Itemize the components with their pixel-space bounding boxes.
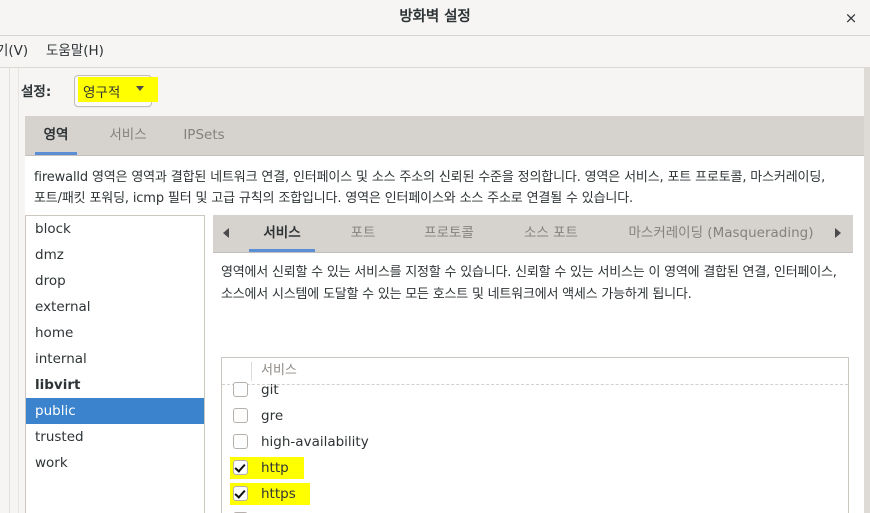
menu-item-view[interactable]: 기(V) bbox=[0, 36, 28, 67]
service-name: git bbox=[261, 382, 279, 398]
zone-list-item[interactable]: block bbox=[26, 216, 204, 242]
service-table-body: git gre high-availability http https bbox=[222, 377, 848, 513]
window-title: 방화벽 설정 bbox=[399, 9, 471, 25]
zone-list-item[interactable]: external bbox=[26, 294, 204, 320]
service-name: http bbox=[261, 460, 289, 476]
configuration-value: 영구적 bbox=[83, 85, 121, 101]
services-description: 영역에서 신뢰할 수 있는 서비스를 지정할 수 있습니다. 신뢰할 수 있는 … bbox=[221, 265, 837, 302]
tab-masquerading[interactable]: 마스커레이딩 (Masquerading) bbox=[613, 215, 829, 252]
table-row[interactable]: high-availability bbox=[222, 429, 848, 455]
zone-list-item[interactable]: libvirt bbox=[26, 372, 204, 398]
table-row[interactable]: https bbox=[222, 481, 848, 507]
window-left-edge bbox=[0, 68, 10, 513]
close-icon[interactable]: × bbox=[841, 8, 861, 28]
chevron-down-icon bbox=[136, 86, 144, 91]
window-right-edge bbox=[864, 68, 870, 513]
table-row[interactable]: imap bbox=[222, 507, 848, 513]
tab-source-ports[interactable]: 소스 포트 bbox=[513, 215, 589, 252]
tab-services[interactable]: 서비스 bbox=[99, 116, 157, 155]
configuration-label: 설정: bbox=[21, 84, 52, 100]
title-bar: 방화벽 설정 × bbox=[0, 0, 870, 36]
menu-bar: 기(V) 도움말(H) bbox=[0, 36, 870, 68]
tab-protocols[interactable]: 프로토콜 bbox=[409, 215, 489, 252]
service-checkbox[interactable] bbox=[233, 460, 248, 475]
tab-ports[interactable]: 포트 bbox=[339, 215, 387, 252]
service-name: https bbox=[261, 486, 296, 502]
zone-list-item[interactable]: internal bbox=[26, 346, 204, 372]
zone-list[interactable]: block dmz drop external home internal li… bbox=[25, 215, 205, 513]
zone-list-item[interactable]: home bbox=[26, 320, 204, 346]
zone-list-item[interactable]: trusted bbox=[26, 424, 204, 450]
table-row[interactable]: git bbox=[222, 377, 848, 403]
main-notebook: 영역 서비스 IPSets firewalld 영역은 영역과 결합된 네트워크… bbox=[25, 116, 864, 513]
zone-detail-notebook: 서비스 포트 프로토콜 소스 포트 마스커레이딩 (Masquerading) … bbox=[213, 215, 864, 513]
service-table[interactable]: 서비스 git gre high-availability http https bbox=[221, 357, 849, 513]
zone-list-item[interactable]: work bbox=[26, 450, 204, 476]
tab-zones[interactable]: 영역 bbox=[35, 116, 77, 155]
service-name: high-availability bbox=[261, 434, 369, 450]
zone-detail-tab-bar: 서비스 포트 프로토콜 소스 포트 마스커레이딩 (Masquerading) bbox=[213, 215, 853, 253]
configuration-row: 설정: 영구적 bbox=[19, 68, 864, 114]
zones-description: firewalld 영역은 영역과 결합된 네트워크 연결, 인터페이스 및 소… bbox=[34, 170, 826, 206]
service-name: gre bbox=[261, 408, 284, 424]
service-checkbox[interactable] bbox=[233, 434, 248, 449]
menu-item-help[interactable]: 도움말(H) bbox=[46, 36, 104, 67]
zone-list-item-selected[interactable]: public bbox=[26, 398, 204, 424]
zone-list-item[interactable]: drop bbox=[26, 268, 204, 294]
window-left-edge-inner bbox=[10, 68, 19, 513]
table-row[interactable]: gre bbox=[222, 403, 848, 429]
service-checkbox[interactable] bbox=[233, 408, 248, 423]
triangle-right-icon[interactable] bbox=[835, 228, 841, 238]
service-checkbox[interactable] bbox=[233, 486, 248, 501]
table-row[interactable]: http bbox=[222, 455, 848, 481]
service-checkbox[interactable] bbox=[233, 382, 248, 397]
triangle-left-icon[interactable] bbox=[223, 228, 229, 238]
firewall-settings-window: 방화벽 설정 × 기(V) 도움말(H) 설정: 영구적 영역 서비스 IPSe… bbox=[0, 0, 870, 513]
main-tab-bar: 영역 서비스 IPSets bbox=[25, 116, 864, 156]
service-name: imap bbox=[261, 507, 295, 513]
tab-ipsets[interactable]: IPSets bbox=[175, 116, 233, 155]
tab-services-detail[interactable]: 서비스 bbox=[249, 215, 315, 252]
zone-list-item[interactable]: dmz bbox=[26, 242, 204, 268]
